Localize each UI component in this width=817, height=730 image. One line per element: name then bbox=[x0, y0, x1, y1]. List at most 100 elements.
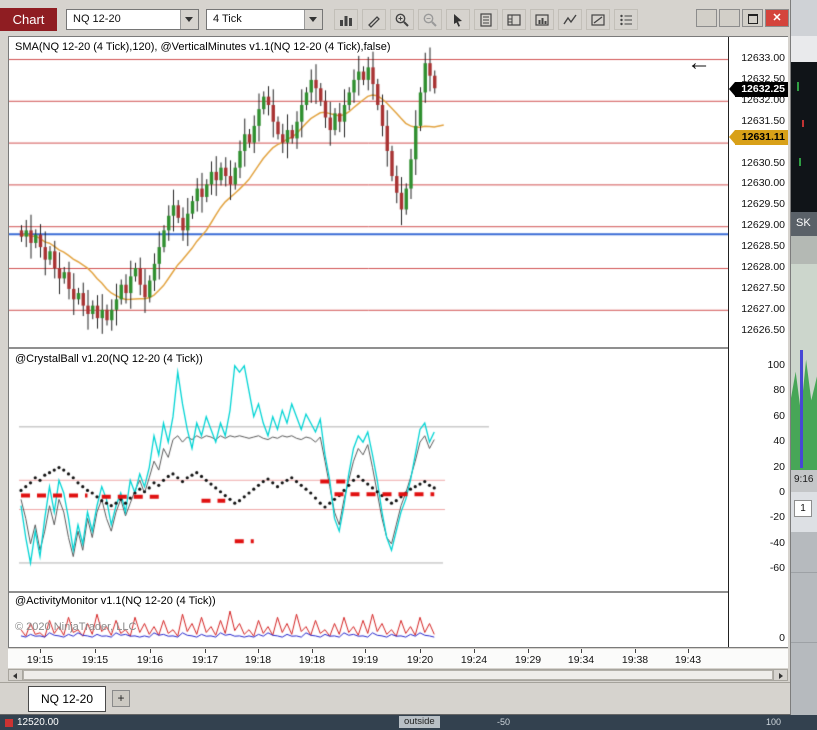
chart-style-icon bbox=[340, 15, 352, 26]
data-series-icon bbox=[507, 13, 521, 26]
inactive-window-button-2[interactable] bbox=[719, 9, 740, 27]
chart-style-button[interactable] bbox=[334, 9, 358, 30]
add-tab-button[interactable]: + bbox=[112, 690, 130, 707]
background-vertical-line bbox=[800, 350, 803, 468]
price-axis-label: 12630.00 bbox=[741, 177, 785, 190]
panel-splitter[interactable] bbox=[9, 591, 728, 593]
time-tick bbox=[581, 649, 582, 653]
zoom-in-button[interactable] bbox=[390, 9, 414, 30]
background-bottom-strip: 12520.00 outside -50 100 bbox=[0, 715, 817, 730]
divider bbox=[791, 642, 817, 643]
strategies-button[interactable] bbox=[586, 9, 610, 30]
drawing-tools-button[interactable] bbox=[362, 9, 386, 30]
background-window bbox=[791, 0, 817, 36]
chart-area: SMA(NQ 12-20 (4 Tick),120), @VerticalMin… bbox=[8, 36, 788, 648]
background-bar bbox=[797, 82, 799, 91]
crystal-axis-label: -20 bbox=[769, 511, 785, 524]
background-badge: 1 bbox=[794, 500, 812, 517]
crystal-axis-label: -40 bbox=[769, 536, 785, 549]
time-tick bbox=[528, 649, 529, 653]
chart-scrollbar[interactable] bbox=[8, 669, 788, 681]
price-marker-square bbox=[5, 719, 13, 727]
price-axis-label: 12633.00 bbox=[741, 52, 785, 64]
close-button[interactable]: ✕ bbox=[765, 9, 789, 27]
background-chart-green bbox=[791, 264, 817, 470]
time-axis-label: 19:16 bbox=[136, 654, 164, 666]
tab-nq-12-20[interactable]: NQ 12-20 bbox=[28, 686, 107, 712]
price-axis-label: 12628.00 bbox=[741, 261, 785, 273]
background-window bbox=[791, 532, 817, 715]
crystalball-panel-label: @CrystalBall v1.20(NQ 12-20 (4 Tick)) bbox=[15, 353, 203, 365]
scroll-left-button[interactable] bbox=[9, 670, 23, 680]
data-series-button[interactable] bbox=[502, 9, 526, 30]
interval-select-value: 4 Tick bbox=[213, 13, 242, 25]
indicators-button[interactable] bbox=[530, 9, 554, 30]
line-tools-button[interactable] bbox=[558, 9, 582, 30]
background-time-label: 9:16 bbox=[791, 470, 817, 492]
time-axis: 19:15 19:15 19:16 19:17 19:18 19:18 19:19 19:20… bbox=[8, 649, 788, 668]
price-axis-label: 12627.00 bbox=[741, 302, 785, 315]
price-axis-label: 12629.00 bbox=[741, 219, 785, 232]
activity-axis-label: 0 bbox=[779, 632, 785, 644]
inactive-window-button-1[interactable] bbox=[696, 9, 717, 27]
zoom-out-button[interactable] bbox=[418, 9, 442, 30]
strategies-icon bbox=[591, 13, 605, 26]
background-window bbox=[791, 36, 817, 62]
pencil-icon bbox=[368, 15, 380, 28]
scrollbar-thumb[interactable] bbox=[23, 670, 773, 680]
time-tick bbox=[258, 649, 259, 653]
time-axis-label: 19:20 bbox=[406, 654, 434, 666]
price-axis-label: 12631.50 bbox=[741, 114, 785, 127]
report-button[interactable] bbox=[474, 9, 498, 30]
activitymonitor-panel-label: @ActivityMonitor v1.1(NQ 12-20 (4 Tick)) bbox=[15, 595, 216, 607]
time-tick bbox=[474, 649, 475, 653]
list-icon bbox=[620, 14, 632, 25]
instrument-select-value: NQ 12-20 bbox=[73, 13, 121, 25]
price-axis-label: 12627.50 bbox=[741, 281, 785, 294]
zigzag-line-icon bbox=[563, 14, 577, 24]
left-arrow-annotation: ← bbox=[687, 49, 711, 76]
price-axis-label: 12626.50 bbox=[741, 323, 785, 336]
toolbar bbox=[334, 9, 638, 30]
crystal-axis-label: 80 bbox=[773, 384, 785, 397]
time-tick bbox=[365, 649, 366, 653]
time-axis-label: 19:19 bbox=[351, 654, 379, 666]
price-axis-label: 12629.50 bbox=[741, 198, 785, 211]
time-axis-label: 19:17 bbox=[191, 654, 219, 666]
time-tick bbox=[205, 649, 206, 653]
background-bar bbox=[802, 120, 804, 127]
crystal-axis-label: -60 bbox=[769, 562, 785, 575]
time-axis-label: 19:15 bbox=[81, 654, 109, 666]
time-tick bbox=[688, 649, 689, 653]
interval-select[interactable]: 4 Tick bbox=[206, 9, 323, 30]
panel-splitter[interactable] bbox=[9, 347, 728, 349]
time-axis-label: 19:15 bbox=[26, 654, 54, 666]
background-price-label: 12520.00 bbox=[17, 717, 59, 728]
report-icon bbox=[480, 12, 492, 27]
scroll-right-button[interactable] bbox=[773, 670, 787, 680]
properties-button[interactable] bbox=[614, 9, 638, 30]
chart-window: Chart NQ 12-20 4 Tick ✕ SMA(NQ 12-20 (4 … bbox=[0, 0, 791, 715]
cursor-button[interactable] bbox=[446, 9, 470, 30]
price-axis: 12633.0012632.5012632.0012631.5012631.00… bbox=[728, 37, 788, 647]
time-axis-label: 19:18 bbox=[244, 654, 272, 666]
background-area-series bbox=[791, 359, 817, 470]
background-label-sk: SK bbox=[791, 212, 817, 236]
price-axis-label: 12628.50 bbox=[741, 240, 785, 253]
zoom-in-icon bbox=[395, 13, 409, 27]
instrument-select[interactable]: NQ 12-20 bbox=[66, 9, 199, 30]
time-tick bbox=[150, 649, 151, 653]
time-tick bbox=[40, 649, 41, 653]
maximize-button[interactable] bbox=[742, 9, 763, 27]
level-price-marker: 12631.11 bbox=[729, 130, 788, 145]
background-axis-number: -50 bbox=[497, 717, 511, 727]
indicators-icon bbox=[535, 13, 549, 26]
time-tick bbox=[95, 649, 96, 653]
chevron-down-icon[interactable] bbox=[304, 10, 322, 29]
crystal-axis-label: 40 bbox=[773, 435, 785, 448]
chart-canvas[interactable] bbox=[9, 37, 728, 647]
time-tick bbox=[312, 649, 313, 653]
crystal-axis-label: 100 bbox=[767, 358, 785, 371]
time-axis-label: 19:24 bbox=[460, 654, 488, 666]
chevron-down-icon[interactable] bbox=[180, 10, 198, 29]
